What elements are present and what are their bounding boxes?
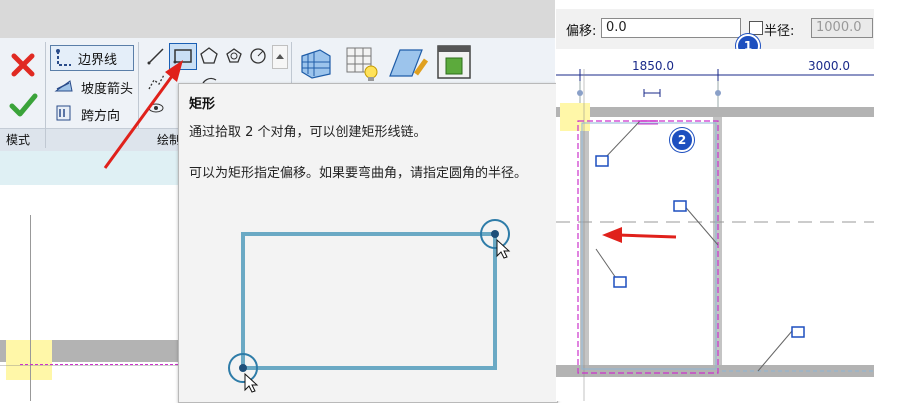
finish-edit-button[interactable]: [8, 90, 38, 120]
tooltip-rectangle-preview: [228, 219, 511, 393]
badge-2: 2: [670, 128, 694, 152]
mode-panel-label: 模式: [6, 133, 31, 147]
grid-bulb-icon: [346, 47, 378, 81]
right-plan-drawing: [556, 69, 874, 401]
radius-input[interactable]: 1000.0: [811, 18, 873, 38]
plane-pencil-icon: [389, 49, 429, 77]
grid-tool-button[interactable]: [343, 44, 379, 84]
polygon-icon: [200, 47, 218, 64]
offset-input[interactable]: 0.0: [601, 18, 741, 38]
polygon-circle-icon: [226, 48, 242, 63]
tooltip-description: 通过拾取 2 个对角，可以创建矩形线链。: [189, 125, 427, 140]
cancel-edit-button[interactable]: [8, 50, 38, 80]
tooltip-offset-note: 可以为矩形指定偏移。如果要弯曲角，请指定圆角的半径。: [189, 166, 528, 181]
grid-line-horizontal: [0, 365, 178, 366]
circumscribed-polygon-tool-button[interactable]: [224, 46, 244, 66]
family-tool-button[interactable]: [436, 44, 474, 82]
ribbon-tab-bar: [0, 0, 555, 38]
checkmark-icon: [9, 93, 38, 117]
options-bar: 偏移: 0.0 半径: 1000.0: [556, 9, 874, 49]
rectangle-tooltip: 矩形 通过拾取 2 个对角，可以创建矩形线链。 可以为矩形指定偏移。如果要弯曲角…: [178, 83, 558, 403]
slope-arrow-icon: [54, 80, 73, 92]
chevron-up-icon: [276, 54, 284, 59]
circle-icon: [250, 48, 266, 64]
offset-label: 偏移:: [566, 24, 597, 39]
inscribed-polygon-tool-button[interactable]: [199, 46, 219, 66]
close-icon: [11, 53, 35, 77]
grid-origin-highlight: [6, 340, 52, 380]
span-direction-icon: [56, 105, 71, 121]
panel-separator: [45, 42, 46, 148]
circle-tool-button[interactable]: [248, 46, 268, 66]
draw-gallery-scroll-up[interactable]: [272, 45, 288, 69]
radius-checkbox[interactable]: [749, 21, 763, 35]
boundary-line-icon: [56, 49, 71, 66]
left-drawing-canvas[interactable]: [0, 185, 178, 401]
slab-tool-button[interactable]: [298, 44, 334, 80]
right-drawing-canvas[interactable]: 1850.0 3000.0 2: [556, 49, 874, 401]
radius-label: 半径:: [764, 24, 795, 39]
annotation-arrow-to-rectangle-tool: [103, 60, 183, 169]
window-box-icon: [437, 45, 471, 79]
set-workplane-button[interactable]: [388, 44, 429, 82]
grid-line-vertical: [30, 215, 31, 401]
grid-box-icon: [301, 49, 331, 79]
